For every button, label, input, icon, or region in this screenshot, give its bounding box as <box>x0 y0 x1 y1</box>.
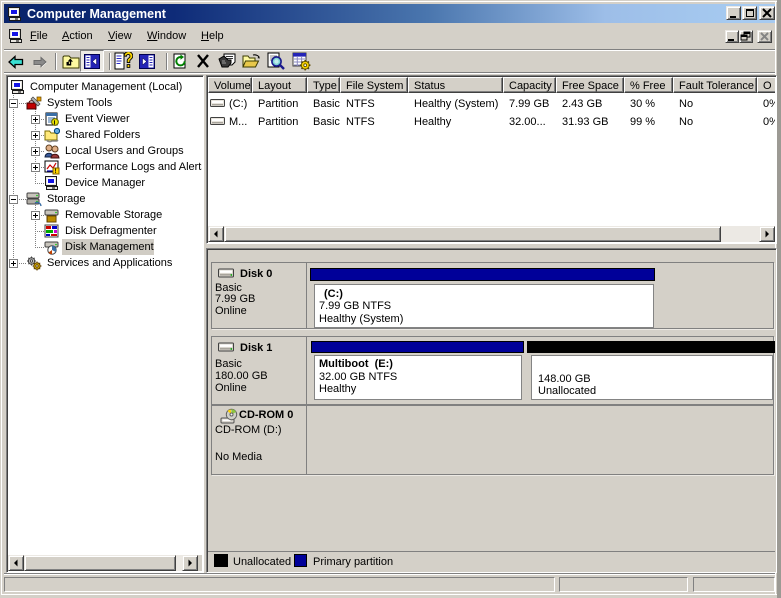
svg-text:i: i <box>54 120 56 127</box>
